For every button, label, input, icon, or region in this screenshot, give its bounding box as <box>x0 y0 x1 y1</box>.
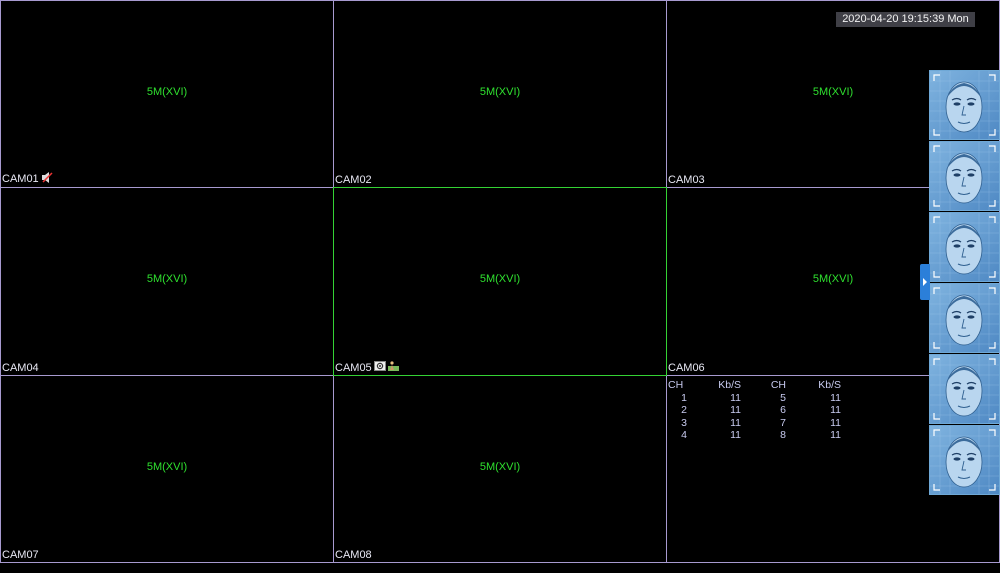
camera-label-group: CAM08 <box>335 549 372 562</box>
bitrate-table: CH Kb/S CH Kb/S 1 11 5 11 2 11 6 11 3 11… <box>668 379 868 442</box>
camera-label-group: CAM01 <box>2 172 53 187</box>
face-thumbnail[interactable] <box>929 212 1000 282</box>
bitrate-row: 2 11 6 11 <box>668 404 841 417</box>
face-thumbnail-icon <box>930 213 999 281</box>
bitrate-cell: 5 <box>780 391 786 404</box>
camera-label: CAM05 <box>335 361 372 374</box>
header-ch: CH <box>668 379 684 392</box>
bitrate-cell: 7 <box>780 416 786 429</box>
camera-cell-cam04[interactable]: 5M(XVI) CAM04 <box>0 187 334 376</box>
bitrate-cell: 11 <box>730 429 741 442</box>
camera-label: CAM02 <box>335 174 372 186</box>
camera-label-group: CAM03 <box>668 174 705 187</box>
bitrate-header-row: CH Kb/S CH Kb/S <box>668 379 841 392</box>
resolution-label: 5M(XVI) <box>479 273 521 285</box>
header-kbs: Kb/S <box>818 379 841 392</box>
bitrate-cell: 11 <box>730 404 741 417</box>
face-panel-toggle-button[interactable] <box>920 264 930 300</box>
camera-cell-cam02[interactable]: 5M(XVI) CAM02 <box>333 0 667 188</box>
bitrate-row: 3 11 7 11 <box>668 417 841 430</box>
camera-label-group: CAM04 <box>2 362 39 375</box>
header-ch: CH <box>770 379 786 392</box>
camera-cell-cam01[interactable]: 5M(XVI) CAM01 <box>0 0 334 188</box>
camera-label: CAM08 <box>335 549 372 561</box>
face-thumbnail-icon <box>930 355 999 423</box>
camera-label-group: CAM05 <box>335 361 399 375</box>
camera-label-group: CAM06 <box>668 362 705 375</box>
resolution-label: 5M(XVI) <box>146 273 188 285</box>
bitrate-row: 1 11 5 11 <box>668 392 841 405</box>
camera-label: CAM07 <box>2 549 39 561</box>
camera-grid: 5M(XVI) CAM01 5M(XVI) CAM02 5M(XVI) CAM0… <box>0 0 1000 563</box>
camera-label-group: CAM07 <box>2 549 39 562</box>
bitrate-cell: 2 <box>681 404 687 417</box>
camera-cell-cam08[interactable]: 5M(XVI) CAM08 <box>333 375 667 563</box>
bitrate-cell: 11 <box>730 391 741 404</box>
face-thumbnail-icon <box>930 426 999 494</box>
resolution-label: 5M(XVI) <box>479 86 521 98</box>
face-thumbnail-icon <box>930 71 999 139</box>
header-kbs: Kb/S <box>718 379 741 392</box>
bitrate-cell: 11 <box>830 391 841 404</box>
record-icon <box>373 361 386 375</box>
bitrate-cell: 11 <box>830 416 841 429</box>
bitrate-cell: 11 <box>830 404 841 417</box>
face-thumbnail-icon <box>930 284 999 352</box>
camera-cell-cam07[interactable]: 5M(XVI) CAM07 <box>0 375 334 563</box>
datetime-display: 2020-04-20 19:15:39 Mon <box>836 12 975 27</box>
bitrate-cell: 3 <box>681 416 687 429</box>
face-thumbnail[interactable] <box>929 70 1000 140</box>
resolution-label: 5M(XVI) <box>146 461 188 473</box>
face-thumbnail[interactable] <box>929 425 1000 495</box>
bitrate-cell: 4 <box>681 429 687 442</box>
bitrate-cell: 6 <box>780 404 786 417</box>
face-detection-panel <box>929 70 1000 495</box>
camera-label: CAM06 <box>668 362 705 374</box>
face-thumbnail[interactable] <box>929 283 1000 353</box>
bitrate-cell: 11 <box>730 416 741 429</box>
speaker-icon <box>41 172 53 187</box>
face-thumbnail[interactable] <box>929 354 1000 424</box>
bitrate-row: 4 11 8 11 <box>668 429 841 442</box>
camera-cell-cam05[interactable]: 5M(XVI) CAM05 <box>333 187 667 376</box>
resolution-label: 5M(XVI) <box>146 86 188 98</box>
face-thumbnail[interactable] <box>929 141 1000 211</box>
bitrate-cell: 11 <box>830 429 841 442</box>
bitrate-cell: 1 <box>681 391 687 404</box>
motion-icon <box>387 361 399 375</box>
camera-label: CAM01 <box>2 173 39 185</box>
chevron-right-icon <box>923 278 927 286</box>
camera-label: CAM03 <box>668 174 705 186</box>
camera-label: CAM04 <box>2 362 39 374</box>
camera-label-group: CAM02 <box>335 174 372 187</box>
face-thumbnail-icon <box>930 142 999 210</box>
bitrate-cell: 8 <box>780 429 786 442</box>
resolution-label: 5M(XVI) <box>479 461 521 473</box>
